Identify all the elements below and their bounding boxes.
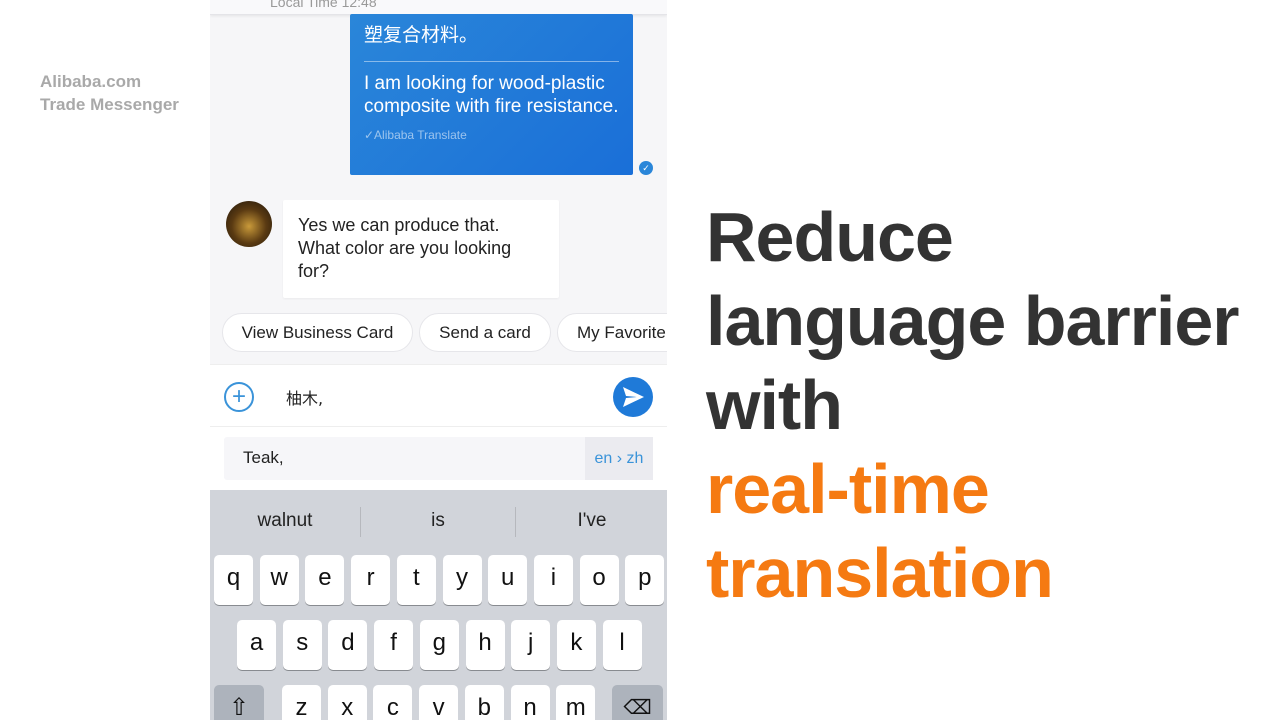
key-h[interactable]: h [465, 620, 505, 670]
key-f[interactable]: f [374, 620, 414, 670]
keyboard: walnut is I've qwertyuiop asdfghjkl zxcvbn… [210, 490, 667, 720]
headline-line: Reduce [706, 198, 954, 276]
send-button[interactable] [613, 377, 653, 417]
key-u[interactable]: u [488, 555, 528, 605]
message-input-bar: + 柚木, [210, 364, 667, 427]
suggestion[interactable]: walnut [210, 510, 360, 532]
send-card-button[interactable]: Send a card [419, 313, 551, 352]
brand-logo-text: Alibaba.com Trade Messenger [40, 70, 179, 116]
headline-line: language barrier [706, 282, 1240, 360]
translate-attribution: ✓Alibaba Translate [364, 128, 467, 142]
key-k[interactable]: k [556, 620, 596, 670]
key-o[interactable]: o [579, 555, 619, 605]
message-input[interactable]: 柚木, [286, 385, 323, 409]
avatar[interactable] [226, 201, 272, 247]
brand-line2: Trade Messenger [40, 95, 179, 114]
key-b[interactable]: b [464, 685, 504, 720]
key-s[interactable]: s [282, 620, 322, 670]
local-time: Local Time 12:48 [270, 0, 377, 10]
key-d[interactable]: d [328, 620, 368, 670]
quick-actions: View Business Card Send a card My Favori… [210, 313, 667, 353]
key-p[interactable]: p [625, 555, 665, 605]
phone-screen: Local Time 12:48 塑复合材料。 I am looking for… [210, 0, 667, 720]
key-n[interactable]: n [510, 685, 550, 720]
key-l[interactable]: l [602, 620, 642, 670]
shift-key[interactable]: ⇧ [214, 685, 264, 720]
translated-text: I am looking for wood-plastic composite … [364, 73, 619, 117]
key-w[interactable]: w [259, 555, 299, 605]
key-e[interactable]: e [305, 555, 345, 605]
chat-header: Local Time 12:48 [210, 0, 667, 15]
plus-icon[interactable]: + [224, 382, 254, 412]
key-v[interactable]: v [419, 685, 459, 720]
key-a[interactable]: a [237, 620, 276, 670]
divider [364, 61, 619, 62]
key-y[interactable]: y [442, 555, 482, 605]
translation-bar: Teak, en › zh [210, 427, 667, 490]
view-business-card-button[interactable]: View Business Card [222, 313, 413, 352]
outgoing-message[interactable]: 塑复合材料。 I am looking for wood-plastic com… [350, 14, 633, 175]
key-t[interactable]: t [396, 555, 436, 605]
language-pair-button[interactable]: en › zh [585, 437, 653, 480]
translation-text: Teak, [243, 448, 284, 467]
key-r[interactable]: r [351, 555, 391, 605]
check-circle-icon: ✓ [639, 161, 653, 175]
key-i[interactable]: i [533, 555, 573, 605]
delete-key[interactable]: ⌫ [612, 685, 663, 720]
translation-preview: Teak, en › zh [224, 437, 653, 480]
headline-line: with [706, 366, 843, 444]
divider [360, 507, 361, 537]
incoming-message[interactable]: Yes we can produce that. What color are … [283, 200, 559, 298]
my-favorite-button[interactable]: My Favorite [557, 313, 667, 352]
key-z[interactable]: z [282, 685, 321, 720]
headline-highlight: translation [706, 534, 1054, 612]
key-c[interactable]: c [373, 685, 413, 720]
key-q[interactable]: q [214, 555, 253, 605]
suggestion[interactable]: is [363, 510, 513, 532]
divider [515, 507, 516, 537]
send-icon [623, 387, 644, 407]
original-text: 塑复合材料。 [364, 24, 479, 46]
key-g[interactable]: g [419, 620, 459, 670]
headline: Reduce language barrier with real-time t… [706, 195, 1240, 615]
brand-line1: Alibaba.com [40, 72, 142, 91]
key-m[interactable]: m [556, 685, 596, 720]
key-x[interactable]: x [327, 685, 367, 720]
key-j[interactable]: j [511, 620, 551, 670]
suggestion[interactable]: I've [517, 510, 667, 532]
headline-highlight: real-time [706, 450, 990, 528]
